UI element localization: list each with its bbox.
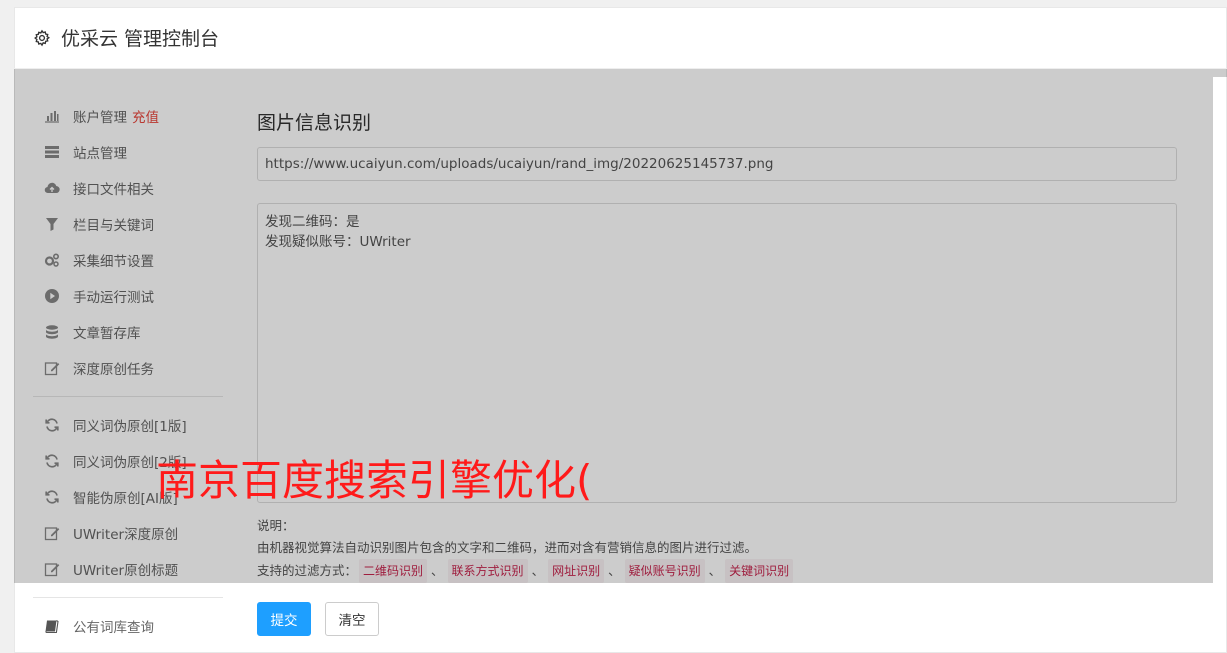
filters-label: 支持的过滤方式： xyxy=(257,563,358,578)
submit-button[interactable]: 提交 xyxy=(257,602,311,636)
sidebar-item-manual-test[interactable]: 手动运行测试 xyxy=(33,278,223,314)
edit-icon xyxy=(44,561,60,577)
sidebar-item-deep-original-tasks[interactable]: 深度原创任务 xyxy=(33,350,223,386)
sidebar-item-label: 账户管理 xyxy=(73,110,127,126)
notes-description: 由机器视觉算法自动识别图片包含的文字和二维码，进而对含有营销信息的图片进行过滤。 xyxy=(257,540,758,555)
gears-icon xyxy=(44,252,60,268)
sidebar-item-label: 手动运行测试 xyxy=(73,290,154,306)
refresh-icon xyxy=(44,417,60,433)
sidebar-item-article-storage[interactable]: 文章暂存库 xyxy=(33,314,223,350)
sidebar-item-columns-keywords[interactable]: 栏目与关键词 xyxy=(33,206,223,242)
sidebar-item-label: 同义词伪原创[1版] xyxy=(73,419,187,435)
result-line-qrcode: 发现二维码：是 xyxy=(265,214,360,230)
sidebar-item-label: 公有词库查询 xyxy=(73,620,154,636)
book-icon xyxy=(44,618,60,634)
refresh-icon xyxy=(44,453,60,469)
filter-chip-account: 疑似账号识别 xyxy=(624,559,705,583)
sidebar-item-label: 深度原创任务 xyxy=(73,362,154,378)
sidebar-item-label: 文章暂存库 xyxy=(73,326,141,342)
recharge-link[interactable]: 充值 xyxy=(132,106,159,126)
filter-chip-qrcode: 二维码识别 xyxy=(359,559,428,583)
database-icon xyxy=(44,324,60,340)
sidebar-divider xyxy=(33,597,223,598)
sidebar-item-label: UWriter深度原创 xyxy=(73,527,179,543)
image-url-input[interactable] xyxy=(257,147,1177,181)
sidebar-item-label: 接口文件相关 xyxy=(73,182,154,198)
filter-icon xyxy=(44,216,60,232)
cloud-upload-icon xyxy=(44,180,60,196)
edit-icon xyxy=(44,360,60,376)
filter-separator: 、 xyxy=(608,563,621,578)
filter-chip-url: 网址识别 xyxy=(548,559,605,583)
sidebar-item-collect-settings[interactable]: 采集细节设置 xyxy=(33,242,223,278)
filter-separator: 、 xyxy=(431,563,444,578)
console-header: 优采云 管理控制台 xyxy=(14,7,1227,69)
sidebar-item-synonym-v1[interactable]: 同义词伪原创[1版] xyxy=(33,407,223,443)
sidebar-item-uwriter-title[interactable]: UWriter原创标题 xyxy=(33,551,223,587)
sidebar-item-label: 栏目与关键词 xyxy=(73,218,154,234)
notes-section: 说明： 由机器视觉算法自动识别图片包含的文字和二维码，进而对含有营销信息的图片进… xyxy=(257,515,795,583)
sidebar-item-api-files[interactable]: 接口文件相关 xyxy=(33,170,223,206)
watermark-text: 南京百度搜索引擎优化( xyxy=(156,456,593,505)
edit-icon xyxy=(44,525,60,541)
sidebar-item-label: 采集细节设置 xyxy=(73,254,154,270)
notes-label: 说明： xyxy=(257,518,295,533)
play-circle-icon xyxy=(44,288,60,304)
sidebar-divider xyxy=(33,396,223,397)
filter-chip-contact: 联系方式识别 xyxy=(447,559,528,583)
clear-button[interactable]: 清空 xyxy=(325,602,379,636)
refresh-icon xyxy=(44,489,60,505)
filters-line: 支持的过滤方式： 二维码识别 、 联系方式识别 、 网址识别 、 疑似账号识别 … xyxy=(257,559,795,583)
sidebar-item-public-dictionary[interactable]: 公有词库查询 xyxy=(33,608,223,644)
filter-separator: 、 xyxy=(708,563,722,578)
sidebar-item-account[interactable]: 账户管理 充值 xyxy=(33,98,223,134)
bar-chart-icon xyxy=(44,108,60,124)
sidebar-item-uwriter-deep[interactable]: UWriter深度原创 xyxy=(33,515,223,551)
sidebar-item-label: UWriter原创标题 xyxy=(73,563,179,579)
gear-icon xyxy=(33,29,51,47)
sidebar-item-sites[interactable]: 站点管理 xyxy=(33,134,223,170)
filter-chip-keyword: 关键词识别 xyxy=(725,559,794,583)
sidebar-item-label: 站点管理 xyxy=(73,146,127,162)
page-title: 图片信息识别 xyxy=(257,112,372,134)
console-title: 优采云 管理控制台 xyxy=(61,28,220,50)
server-icon xyxy=(44,144,60,160)
result-line-account: 发现疑似账号：UWriter xyxy=(265,234,411,250)
filter-separator: 、 xyxy=(531,563,545,578)
